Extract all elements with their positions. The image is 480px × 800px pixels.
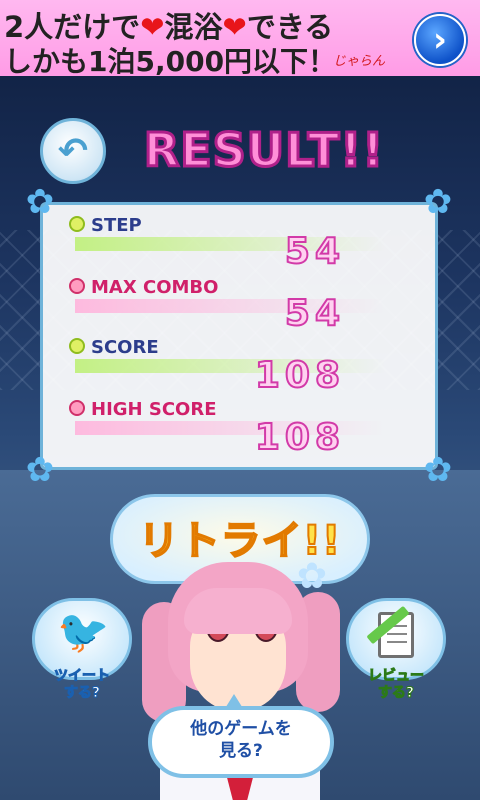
step-value: 54	[284, 230, 345, 273]
back-button[interactable]: ↶	[40, 118, 106, 184]
tweet-label: ツイート する?	[54, 668, 111, 702]
flower-icon: ✿	[423, 450, 453, 490]
ad-subline: しかも1泊5,000円以下！	[4, 45, 337, 78]
high-score-value: 108	[254, 416, 345, 459]
other-games-button[interactable]: 他のゲームを 見る?	[148, 706, 334, 778]
heart-icon: ❤	[140, 10, 165, 44]
bullet-icon	[69, 400, 85, 416]
bullet-icon	[69, 278, 85, 294]
high-score-label: HIGH SCORE	[69, 399, 217, 420]
max-combo-value: 54	[284, 292, 345, 335]
twitter-bird-icon: 🐦	[57, 607, 110, 656]
ad-banner[interactable]: 2人だけで❤混浴❤できる しかも1泊5,000円以下！ じゃらん ›	[0, 0, 480, 78]
review-label: レビュー する?	[368, 668, 425, 702]
result-panel: ✿ ✿ ✿ ✿ STEP 54 MAX COMBO 54 SCORE 108 H…	[26, 185, 453, 487]
flower-icon: ✿	[423, 182, 453, 222]
flower-icon: ✿	[25, 450, 55, 490]
chevron-right-icon: ›	[432, 20, 447, 60]
review-button[interactable]: レビュー する?	[346, 598, 446, 708]
step-label: STEP	[69, 215, 142, 236]
other-games-label: 他のゲームを 見る?	[190, 719, 292, 761]
ad-next-button[interactable]: ›	[414, 14, 466, 66]
score-label: SCORE	[69, 337, 159, 358]
bullet-icon	[69, 338, 85, 354]
result-title: RESULT!!	[142, 122, 385, 179]
heart-icon: ❤	[222, 10, 247, 44]
bullet-icon	[69, 216, 85, 232]
back-arrow-icon: ↶	[57, 130, 89, 172]
max-combo-label: MAX COMBO	[69, 277, 218, 298]
flower-icon: ✿	[25, 182, 55, 222]
score-value: 108	[254, 354, 345, 397]
tweet-button[interactable]: 🐦 ツイート する?	[32, 598, 132, 708]
ad-logo: じゃらん	[333, 54, 386, 69]
